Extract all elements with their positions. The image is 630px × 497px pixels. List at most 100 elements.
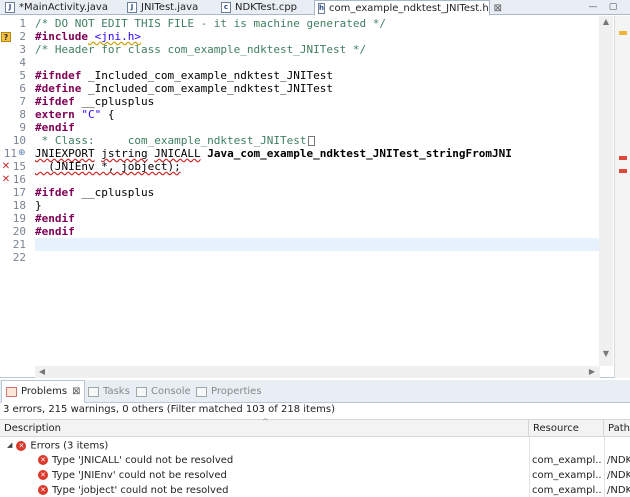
code-line: #define _Included_com_example_ndktest_JN… bbox=[35, 82, 600, 95]
line-number: 22 bbox=[12, 251, 26, 264]
line-number: 8 bbox=[19, 108, 26, 121]
keyword: #ifdef bbox=[35, 186, 75, 199]
line-number: 17 bbox=[12, 186, 26, 199]
code-line: #include <jni.h> bbox=[35, 30, 600, 43]
line-number: 1 bbox=[19, 17, 26, 30]
column-path[interactable]: Path bbox=[604, 420, 630, 437]
code-token: { bbox=[101, 108, 115, 121]
tab-main-activity[interactable]: J *MainActivity.java bbox=[2, 0, 120, 15]
tree-group-errors[interactable]: ◢ ✕ Errors (3 items) bbox=[0, 438, 630, 453]
code-line: #endif bbox=[35, 212, 600, 225]
scroll-right-icon[interactable]: ▶ bbox=[585, 366, 599, 378]
close-icon[interactable]: ⊠ bbox=[72, 386, 80, 397]
problem-description: Type 'JNICALL' could not be resolved bbox=[52, 455, 234, 466]
code-line: (JNIEnv *, jobject); bbox=[35, 160, 600, 173]
keyword: #ifndef bbox=[35, 69, 82, 82]
code-token: jstring bbox=[101, 147, 148, 160]
code-editor[interactable]: 1 2 3 4 5 6 7 8 9 10 11 15 16 17 18 19 2… bbox=[0, 16, 630, 378]
line-number: 3 bbox=[19, 43, 26, 56]
column-resource[interactable]: Resource bbox=[529, 420, 604, 437]
line-number: 18 bbox=[12, 199, 26, 212]
tab-label: Properties bbox=[211, 386, 262, 397]
error-marker-icon[interactable]: ✕ bbox=[1, 175, 11, 185]
tab-label: com_example_ndktest_JNITest.h bbox=[328, 2, 489, 14]
table-row[interactable]: ✕ Type 'jobject' could not be resolved co… bbox=[0, 483, 630, 497]
editor-tab-bar: J *MainActivity.java J JNITest.java c ND… bbox=[0, 0, 630, 16]
java-file-icon: J bbox=[127, 2, 137, 13]
code-line: JNIEXPORT jstring JNICALL Java_com_examp… bbox=[35, 147, 600, 160]
minimize-button[interactable]: — bbox=[586, 1, 600, 13]
string-literal: "C" bbox=[74, 108, 102, 121]
vertical-scrollbar[interactable]: ▲ ▼ bbox=[599, 16, 613, 366]
code-line: * Class: com_example_ndktest_JNITest bbox=[35, 134, 600, 147]
line-number: 9 bbox=[19, 121, 26, 134]
code-token: (JNIEnv *, jobject); bbox=[35, 160, 181, 173]
line-number: 11 bbox=[3, 147, 17, 160]
line-number-gutter: 1 2 3 4 5 6 7 8 9 10 11 15 16 17 18 19 2… bbox=[0, 16, 31, 377]
keyword: #endif bbox=[35, 212, 75, 225]
scroll-left-icon[interactable]: ◀ bbox=[35, 366, 49, 378]
code-token: _Included_com_example_ndktest_JNITest bbox=[81, 82, 334, 95]
header-file-icon: h bbox=[318, 2, 325, 14]
code-line: } bbox=[35, 199, 42, 212]
tab-label: NDKTest.cpp bbox=[235, 2, 298, 13]
problems-summary: 3 errors, 215 warnings, 0 others (Filter… bbox=[3, 404, 335, 415]
java-file-icon: J bbox=[5, 2, 15, 13]
tab-problems[interactable]: Problems ⊠ bbox=[1, 380, 86, 403]
tab-ndktest-cpp[interactable]: c NDKTest.cpp bbox=[218, 0, 316, 15]
error-icon: ✕ bbox=[16, 440, 27, 451]
error-overview-marker[interactable] bbox=[619, 169, 627, 173]
table-row[interactable]: ✕ Type 'JNIEnv' could not be resolved com… bbox=[0, 468, 630, 483]
overview-ruler[interactable] bbox=[614, 16, 630, 378]
keyword: extern bbox=[35, 108, 75, 121]
tab-label: *MainActivity.java bbox=[19, 2, 108, 13]
current-code-line bbox=[35, 238, 600, 251]
close-icon[interactable]: ⊠ bbox=[494, 3, 502, 14]
tab-header-file[interactable]: h com_example_ndktest_JNITest.h ⊠ bbox=[314, 0, 502, 16]
tab-jnitest-java[interactable]: J JNITest.java bbox=[124, 0, 218, 15]
group-label: Errors (3 items) bbox=[30, 440, 109, 452]
code-token: _Included_com_example_ndktest_JNITest bbox=[81, 69, 334, 82]
code-token: JNICALL bbox=[154, 147, 201, 160]
keyword: #include bbox=[35, 30, 88, 43]
problem-description: Type 'jobject' could not be resolved bbox=[52, 485, 229, 496]
keyword: #ifdef bbox=[35, 95, 75, 108]
warning-overview-marker[interactable] bbox=[619, 31, 627, 35]
tab-label: Console bbox=[151, 386, 191, 397]
sort-indicator-icon: ^ bbox=[262, 417, 269, 426]
code-line: /* Header for class com_example_ndktest_… bbox=[35, 43, 367, 56]
problems-icon bbox=[6, 386, 17, 397]
code-line: #endif bbox=[35, 225, 600, 238]
line-number: 10 bbox=[12, 134, 26, 147]
line-number: 21 bbox=[12, 238, 26, 251]
cpp-file-icon: c bbox=[221, 2, 231, 13]
code-line: extern "C" { bbox=[35, 108, 600, 121]
folded-region-icon[interactable] bbox=[307, 136, 315, 146]
maximize-button[interactable]: ▢ bbox=[606, 1, 620, 13]
tab-tasks[interactable]: Tasks bbox=[88, 380, 130, 403]
table-header: Description ^ Resource Path bbox=[0, 417, 630, 437]
expand-triangle-icon[interactable]: ◢ bbox=[7, 438, 12, 453]
horizontal-scrollbar[interactable]: ◀ ▶ bbox=[35, 366, 600, 378]
table-row[interactable]: ✕ Type 'JNICALL' could not be resolved co… bbox=[0, 453, 630, 468]
tab-properties[interactable]: Properties bbox=[196, 380, 262, 403]
problem-path: /NDK bbox=[607, 485, 630, 496]
scroll-up-icon[interactable]: ▲ bbox=[599, 16, 613, 28]
error-marker-icon[interactable]: ✕ bbox=[1, 162, 11, 172]
code-token: __cplusplus bbox=[74, 95, 155, 108]
line-number: 4 bbox=[19, 56, 26, 69]
error-overview-marker[interactable] bbox=[619, 156, 627, 160]
tab-console[interactable]: Console bbox=[136, 380, 191, 403]
keyword: #define bbox=[35, 82, 82, 95]
fold-expand-icon[interactable]: ⊕ bbox=[18, 147, 26, 160]
code-line: #ifdef __cplusplus bbox=[35, 95, 600, 108]
keyword: #endif bbox=[35, 225, 75, 238]
tab-label: JNITest.java bbox=[141, 2, 199, 13]
error-icon: ✕ bbox=[38, 485, 48, 495]
line-number: 19 bbox=[12, 212, 26, 225]
scroll-down-icon[interactable]: ▼ bbox=[599, 348, 613, 360]
properties-icon bbox=[196, 386, 207, 397]
warning-icon[interactable]: ? bbox=[1, 32, 11, 42]
problem-resource: com_exampl... bbox=[532, 485, 602, 496]
